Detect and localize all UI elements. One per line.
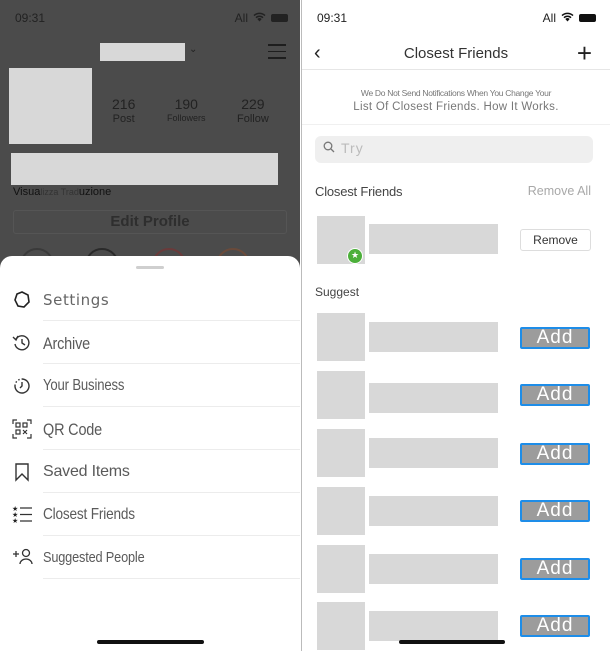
status-time: 09:31 <box>15 11 46 25</box>
avatar[interactable] <box>317 313 365 361</box>
star-badge-icon: ★ <box>347 248 363 264</box>
menu-item-qr-code[interactable]: QR Code <box>0 407 300 450</box>
menu-item-saved[interactable]: Saved Items <box>0 450 300 493</box>
page-title: Closest Friends <box>403 45 509 62</box>
home-indicator[interactable] <box>97 640 204 644</box>
profile-screen: 09:31 All ⌄ 216 Post 190 Followers 229 F… <box>0 0 300 651</box>
home-indicator[interactable] <box>399 640 505 644</box>
username-redacted <box>369 611 498 641</box>
add-icon[interactable]: + <box>577 38 592 69</box>
menu-item-archive[interactable]: Archive <box>0 321 300 364</box>
closest-friends-screen: 09:31 All ‹ Closest Friends + We Do Not … <box>301 0 610 651</box>
avatar[interactable]: ★ <box>317 216 365 264</box>
add-button[interactable]: Add <box>520 384 590 406</box>
username-redacted <box>369 496 498 526</box>
carrier-label: All <box>234 11 248 25</box>
add-person-icon <box>12 548 33 568</box>
bio-redacted <box>11 153 278 185</box>
remove-button[interactable]: Remove <box>520 229 591 251</box>
suggested-heading: Suggest <box>315 285 360 299</box>
username-redacted <box>369 438 498 468</box>
username-redacted <box>369 554 498 584</box>
stat-posts[interactable]: 216 Post <box>112 96 135 125</box>
username-redacted <box>369 322 498 352</box>
remove-all-button[interactable]: Remove All <box>528 184 591 198</box>
menu-item-your-business[interactable]: Your Business <box>0 364 300 407</box>
star-list-icon: ★ ★ ★ <box>12 505 32 525</box>
search-icon <box>323 141 335 156</box>
search-bar[interactable] <box>315 136 593 163</box>
carrier-label: All <box>542 11 556 25</box>
archive-icon <box>12 333 32 353</box>
wifi-icon <box>561 11 574 25</box>
see-translation-link[interactable]: Visualizza Traduzione <box>13 186 111 198</box>
avatar[interactable] <box>317 487 365 535</box>
status-time: 09:31 <box>317 11 348 25</box>
avatar[interactable] <box>317 602 365 650</box>
menu-sheet: Settings Archive Your Business QR Code S… <box>0 256 300 651</box>
avatar[interactable] <box>9 68 92 144</box>
divider <box>302 124 610 125</box>
stat-followers[interactable]: 190 Followers <box>167 96 206 123</box>
wifi-icon <box>253 11 266 25</box>
status-bar: 09:31 All <box>302 0 610 36</box>
gear-icon <box>12 290 32 310</box>
svg-text:★: ★ <box>12 517 18 525</box>
add-button[interactable]: Add <box>520 443 590 465</box>
battery-icon <box>579 14 596 22</box>
username-redacted <box>369 383 498 413</box>
add-button[interactable]: Add <box>520 327 590 349</box>
menu-item-settings[interactable]: Settings <box>0 278 300 321</box>
add-button[interactable]: Add <box>520 500 590 522</box>
menu-item-closest-friends[interactable]: ★ ★ ★ Closest Friends <box>0 493 300 536</box>
notification-notice: We Do Not Send Notifications When You Ch… <box>302 88 610 113</box>
add-button[interactable]: Add <box>520 558 590 580</box>
search-input[interactable] <box>341 140 541 156</box>
status-bar: 09:31 All <box>0 0 300 36</box>
business-icon <box>12 376 32 396</box>
avatar[interactable] <box>317 545 365 593</box>
avatar[interactable] <box>317 371 365 419</box>
chevron-down-icon[interactable]: ⌄ <box>189 44 197 55</box>
nav-bar: ‹ Closest Friends + <box>302 36 610 70</box>
battery-icon <box>271 14 288 22</box>
username-redacted <box>369 224 498 254</box>
avatar[interactable] <box>317 429 365 477</box>
divider <box>43 578 300 579</box>
how-it-works-link[interactable]: List Of Closest Friends. How It Works. <box>302 101 610 113</box>
username-redacted[interactable] <box>100 43 185 61</box>
bookmark-icon <box>12 462 32 482</box>
edit-profile-button[interactable]: Edit Profile <box>13 210 287 234</box>
stat-following[interactable]: 229 Follow <box>237 96 269 125</box>
menu-icon[interactable] <box>268 44 286 60</box>
add-button[interactable]: Add <box>520 615 590 637</box>
qr-code-icon <box>12 419 32 439</box>
menu-item-suggested-people[interactable]: Suggested People <box>0 536 300 579</box>
sheet-grabber[interactable] <box>136 266 164 269</box>
closest-friends-heading: Closest Friends <box>315 184 403 199</box>
